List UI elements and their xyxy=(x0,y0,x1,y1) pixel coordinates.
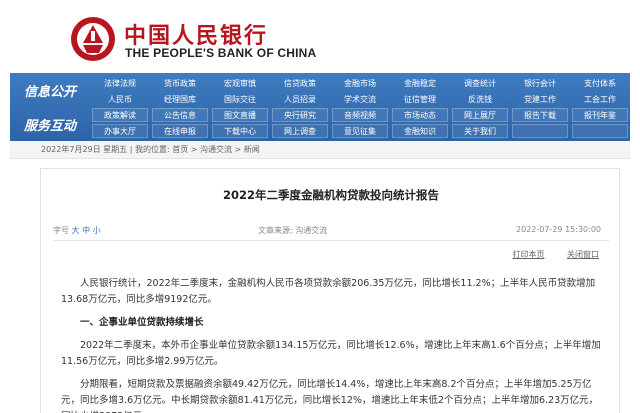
location-label: 我的位置: xyxy=(134,145,170,154)
nav-item[interactable]: 支付体系 xyxy=(570,75,630,91)
breadcrumb-separator: | xyxy=(127,145,135,154)
nav-item[interactable]: 政策解读 xyxy=(92,108,148,122)
article-panel: 2022年二季度金融机构贷款投向统计报告 字号 大 中 小 文章来源: 沟通交流… xyxy=(40,168,620,413)
nav-item[interactable]: 法律法规 xyxy=(90,75,150,91)
font-size-medium-button[interactable]: 中 xyxy=(82,226,90,235)
nav-item[interactable]: 经理国库 xyxy=(150,91,210,107)
nav-item[interactable]: 货币政策 xyxy=(150,75,210,91)
nav-item[interactable]: 工会工作 xyxy=(570,91,630,107)
nav-item[interactable]: 下载中心 xyxy=(212,124,268,138)
nav-item[interactable]: 市场动态 xyxy=(392,108,448,122)
breadcrumb-bar: 2022年7月29日 星期五 | 我的位置: 首页 > 沟通交流 > 新闻 xyxy=(10,141,630,159)
main-navigation: 信息公开 服务互动 法律法规 货币政策 宏观审慎 信贷政策 金融市场 金融稳定 调查统计 银行… xyxy=(10,73,630,141)
nav-item[interactable]: 金融稳定 xyxy=(390,75,450,91)
nav-item[interactable]: 人员招录 xyxy=(270,91,330,107)
nav-item[interactable]: 国际交往 xyxy=(210,91,270,107)
article-actions: 打印本页 关闭窗口 xyxy=(492,249,599,260)
pboc-emblem-icon[interactable] xyxy=(68,15,118,63)
nav-item[interactable]: 人民币 xyxy=(90,91,150,107)
nav-item[interactable]: 在线申报 xyxy=(152,124,208,138)
font-size-large-button[interactable]: 大 xyxy=(72,226,80,235)
nav-item[interactable]: 党建工作 xyxy=(510,91,570,107)
nav-item[interactable]: 征信管理 xyxy=(390,91,450,107)
nav-item[interactable]: 办事大厅 xyxy=(92,124,148,138)
nav-item[interactable]: 金融市场 xyxy=(330,75,390,91)
nav-item[interactable]: 图文直播 xyxy=(212,108,268,122)
close-window-link[interactable]: 关闭窗口 xyxy=(567,250,599,259)
nav-item[interactable]: 关于我们 xyxy=(452,124,508,138)
font-size-controls: 字号 大 中 小 xyxy=(53,225,101,236)
article-source: 文章来源: 沟通交流 xyxy=(258,226,328,235)
nav-grid: 法律法规 货币政策 宏观审慎 信贷政策 金融市场 金融稳定 调查统计 银行会计 支付体系人民币经… xyxy=(90,75,630,139)
nav-section-info-public: 信息公开 xyxy=(23,84,76,100)
paragraph-enterprise-loans: 2022年二季度末，本外币企事业单位贷款余额134.15万亿元，同比增长12.6… xyxy=(61,340,601,367)
nav-item[interactable]: 音频视频 xyxy=(332,108,388,122)
breadcrumb-exchange-link[interactable]: 沟通交流 xyxy=(200,145,232,154)
paragraph-intro: 人民银行统计，2022年二季度末，金融机构人民币各项贷款余额206.35万亿元，… xyxy=(61,278,596,305)
nav-section-service-interaction: 服务互动 xyxy=(23,118,76,134)
nav-item xyxy=(512,124,568,138)
nav-item[interactable]: 宏观审慎 xyxy=(210,75,270,91)
article-date: 2022-07-29 15:30:00 xyxy=(516,225,601,234)
article-title: 2022年二季度金融机构贷款投向统计报告 xyxy=(222,188,439,202)
breadcrumb-arrow: > xyxy=(188,145,200,154)
nav-item[interactable]: 信贷政策 xyxy=(270,75,330,91)
nav-item[interactable]: 银行会计 xyxy=(510,75,570,91)
meta-divider xyxy=(53,240,609,241)
breadcrumb-news-link[interactable]: 新闻 xyxy=(244,145,260,154)
breadcrumb-home-link[interactable]: 首页 xyxy=(172,145,188,154)
site-header: 中国人民银行 THE PEOPLE'S BANK OF CHINA xyxy=(0,0,640,73)
logo-english-name: THE PEOPLE'S BANK OF CHINA xyxy=(125,46,317,60)
nav-item[interactable]: 网上展厅 xyxy=(452,108,508,122)
current-date: 2022年7月29日 星期五 xyxy=(41,145,128,154)
nav-item[interactable]: 报刊年鉴 xyxy=(572,108,628,122)
nav-item[interactable]: 公告信息 xyxy=(152,108,208,122)
font-size-label: 字号 xyxy=(53,226,69,235)
font-size-small-button[interactable]: 小 xyxy=(93,226,101,235)
nav-item[interactable]: 央行研究 xyxy=(272,108,328,122)
nav-item[interactable]: 报告下载 xyxy=(512,108,568,122)
breadcrumb-arrow: > xyxy=(232,145,244,154)
nav-item[interactable]: 调查统计 xyxy=(450,75,510,91)
nav-item[interactable]: 反洗钱 xyxy=(450,91,510,107)
nav-item[interactable]: 意见征集 xyxy=(332,124,388,138)
nav-item[interactable]: 金融知识 xyxy=(392,124,448,138)
article-body: 人民银行统计，2022年二季度末，金融机构人民币各项贷款余额206.35万亿元，… xyxy=(61,276,606,413)
breadcrumb: 2022年7月29日 星期五 | 我的位置: 首页 > 沟通交流 > 新闻 xyxy=(41,144,260,155)
paragraph-loan-terms: 分期限看，短期贷款及票据融资余额49.42万亿元，同比增长14.4%，增速比上年… xyxy=(61,379,599,413)
nav-item xyxy=(572,124,628,138)
article-meta: 字号 大 中 小 文章来源: 沟通交流 2022-07-29 15:30:00 xyxy=(53,225,613,239)
nav-item[interactable]: 学术交流 xyxy=(330,91,390,107)
section-heading-1: 一、企事业单位贷款持续增长 xyxy=(80,317,204,328)
print-page-link[interactable]: 打印本页 xyxy=(512,250,544,259)
nav-item[interactable]: 网上调查 xyxy=(272,124,328,138)
